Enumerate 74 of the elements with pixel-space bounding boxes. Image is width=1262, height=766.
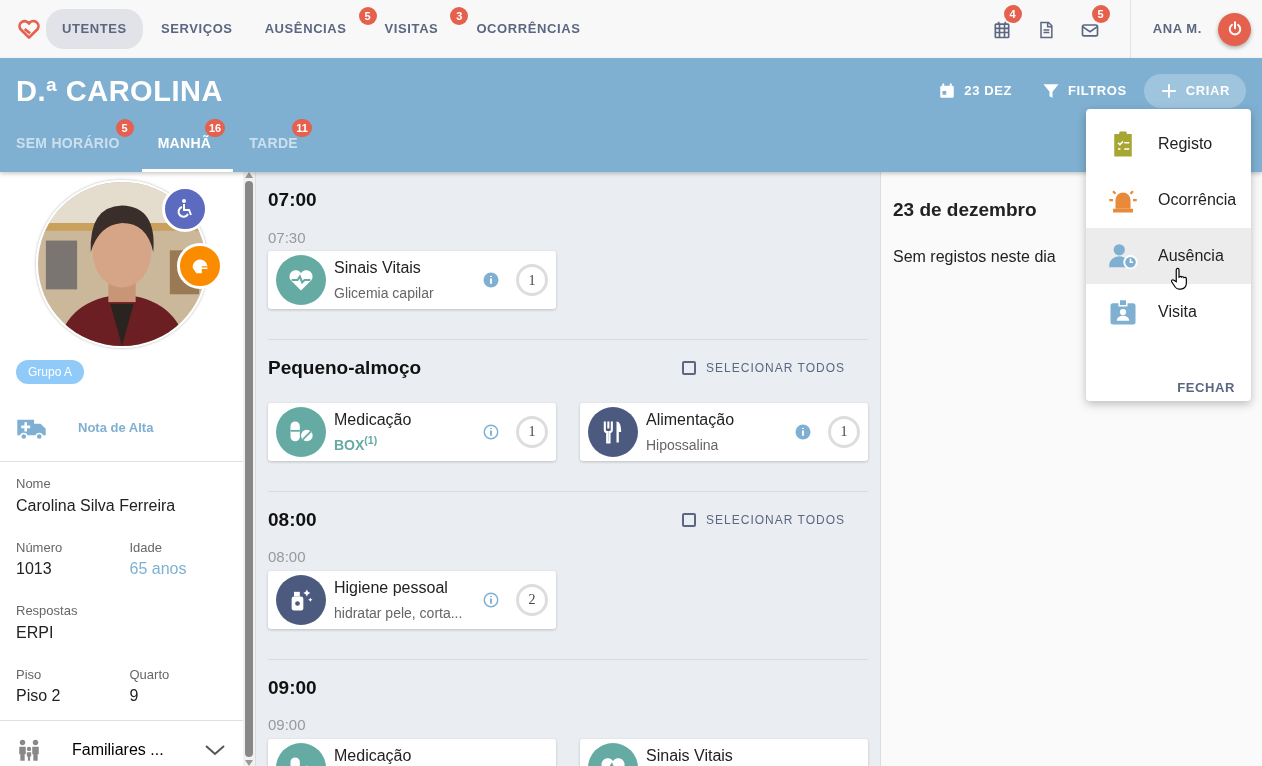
task-title: Alimentação xyxy=(646,409,736,430)
task-title: Medicação xyxy=(334,745,413,766)
info-icon[interactable] xyxy=(794,422,812,441)
count-badge: 5 xyxy=(115,119,134,137)
people-icon xyxy=(16,737,42,763)
task-subtitle: Hipossalina xyxy=(646,435,720,455)
menu-item[interactable]: Visita xyxy=(1086,284,1251,340)
menu-item[interactable]: Registo xyxy=(1086,116,1251,172)
count-badge: 3 xyxy=(450,7,469,26)
task-card[interactable]: Medicação BOX$^{(1)}$ 1 xyxy=(268,402,556,461)
close-button[interactable]: FECHAR xyxy=(1177,378,1235,398)
task-card[interactable]: Alimentação Hipossalina 1 xyxy=(580,402,868,461)
field-label: Quarto xyxy=(129,665,171,684)
nav-tab[interactable]: SERVIÇOS xyxy=(144,9,249,49)
scrollbar[interactable] xyxy=(243,172,255,766)
info-icon[interactable] xyxy=(482,271,500,289)
section-heading: 09:00 xyxy=(268,675,317,700)
count-badge: 11 xyxy=(292,119,312,137)
field-label: Piso xyxy=(16,665,43,684)
info-icon[interactable] xyxy=(482,590,500,609)
count-badge: 4 xyxy=(1003,5,1022,23)
task-card[interactable]: Higiene pessoal hidratar pele, corta... 2 xyxy=(268,570,556,629)
day-heading: 23 de dezembro xyxy=(893,198,1037,222)
power-button[interactable] xyxy=(1218,12,1251,46)
menu-item[interactable]: Ocorrência xyxy=(1086,172,1251,228)
scroll-down-icon[interactable] xyxy=(245,760,253,766)
time-label: 07:30 xyxy=(268,227,307,248)
field-value: Piso 2 xyxy=(16,686,62,706)
select-all-checkbox[interactable]: SELECIONAR TODOS xyxy=(676,358,851,379)
count-circle: 2 xyxy=(516,583,548,616)
person-clock-icon xyxy=(1108,241,1138,271)
field-label: Número xyxy=(16,538,64,557)
task-subtitle: hidratar pele, corta... xyxy=(334,603,464,623)
field-value: 65 anos xyxy=(129,559,188,579)
task-title: Medicação xyxy=(334,409,413,430)
task-card[interactable]: Sinais Vitais xyxy=(580,738,868,766)
task-subtitle: Glicemia capilar xyxy=(334,284,435,303)
page-title: D.ª CAROLINA xyxy=(16,76,223,106)
count-badge: 5 xyxy=(1091,5,1110,23)
hand-cursor-icon xyxy=(1168,266,1190,292)
field-label: Respostas xyxy=(16,602,78,620)
section-heading: Pequeno-almoço xyxy=(268,356,422,380)
field-label: Idade xyxy=(129,538,164,557)
task-title: Sinais Vitais xyxy=(334,258,422,278)
field-label: Nome xyxy=(16,475,52,493)
section-heading: 07:00 xyxy=(268,188,317,212)
task-card[interactable]: Medicação xyxy=(268,738,556,766)
task-card[interactable]: Sinais Vitais Glicemia capilar 1 xyxy=(268,251,556,309)
nav-tab[interactable]: UTENTES xyxy=(46,9,143,49)
field-value: ERPI xyxy=(16,622,55,643)
section-heading: 08:00 xyxy=(268,507,317,532)
user-name[interactable]: ANA M. xyxy=(1144,9,1218,49)
info-icon[interactable] xyxy=(482,422,500,441)
time-label: 08:00 xyxy=(268,547,307,567)
menu-item[interactable]: Ausência xyxy=(1086,228,1251,284)
count-circle: 1 xyxy=(516,264,548,296)
calendar-icon xyxy=(938,82,957,100)
empty-message: Sem registos neste dia xyxy=(893,246,1056,267)
task-subtitle: BOX$^{(1)}$ xyxy=(334,434,379,455)
select-all-checkbox[interactable]: SELECIONAR TODOS xyxy=(676,509,851,530)
id-badge-icon xyxy=(1108,297,1138,327)
plus-icon xyxy=(1159,82,1178,100)
count-circle: 1 xyxy=(516,415,548,448)
count-badge: 5 xyxy=(358,7,377,26)
count-circle: 1 xyxy=(828,415,860,448)
family-label: Familiares ... xyxy=(72,740,164,760)
group-tag: Grupo A xyxy=(16,360,85,384)
filter-icon xyxy=(1042,82,1060,100)
field-value: 9 xyxy=(129,686,140,706)
task-title: Higiene pessoal xyxy=(334,577,449,598)
task-title: Sinais Vitais xyxy=(646,745,734,766)
field-value: Carolina Silva Ferreira xyxy=(16,495,176,516)
time-label: 09:00 xyxy=(268,715,307,735)
field-value: 1013 xyxy=(16,559,53,579)
